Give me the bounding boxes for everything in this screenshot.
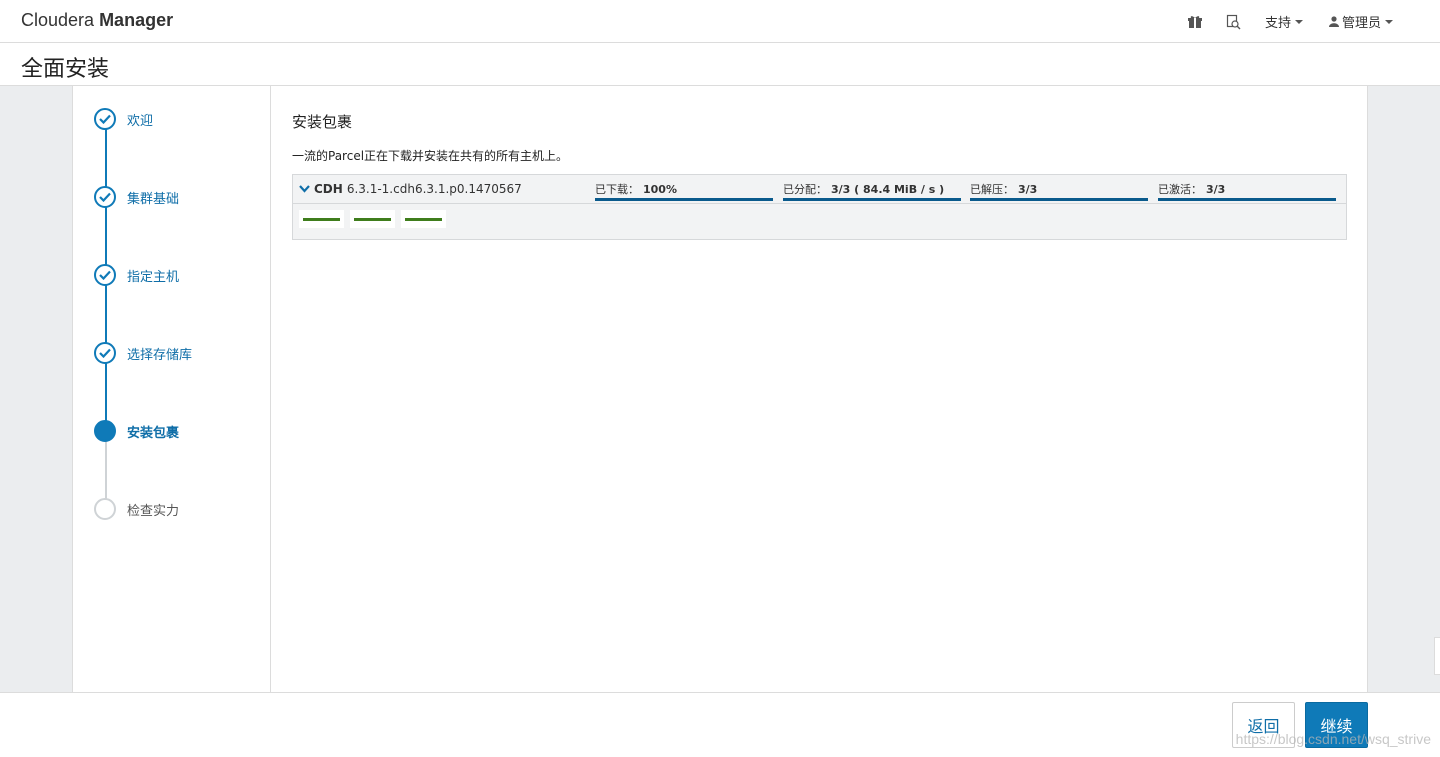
- step-install-parcels[interactable]: 安装包裹: [94, 419, 179, 443]
- stat-value: 3/3 ( 84.4 MiB / s ): [831, 183, 945, 196]
- stat-value: 3/3: [1018, 183, 1038, 196]
- brand-name-light: Cloudera: [21, 10, 95, 30]
- wizard-footer: 返回 继续 https://blog.csdn.net/wsq_strive: [0, 692, 1440, 757]
- parcel-name: CDH: [314, 182, 343, 196]
- host-status-list: [299, 210, 446, 228]
- section-description: 一流的Parcel正在下载并安装在共有的所有主机上。: [292, 149, 569, 163]
- progress-bar: [1158, 198, 1336, 201]
- progress-bar: [595, 198, 773, 201]
- host-status-item[interactable]: [299, 210, 344, 228]
- watermark: https://blog.csdn.net/wsq_strive: [1235, 731, 1431, 747]
- stat-label: 已激活：: [1158, 183, 1202, 196]
- page-title: 全面安装: [21, 57, 110, 82]
- parcel-version: 6.3.1-1.cdh6.3.1.p0.1470567: [346, 182, 522, 196]
- progress-bar: [783, 198, 961, 201]
- host-status-item[interactable]: [350, 210, 395, 228]
- pending-step-icon: [94, 498, 116, 520]
- stat-downloaded: 已下载： 100%: [595, 181, 773, 201]
- step-label: 选择存储库: [127, 347, 193, 363]
- search-docs-icon[interactable]: [1214, 0, 1252, 43]
- chevron-down-icon: [1385, 19, 1393, 24]
- parcel-toggle[interactable]: CDH 6.3.1-1.cdh6.3.1.p0.1470567: [299, 182, 522, 196]
- step-label: 安装包裹: [127, 425, 180, 441]
- step-cluster-basics[interactable]: 集群基础: [94, 185, 179, 209]
- step-select-repository[interactable]: 选择存储库: [94, 341, 192, 365]
- step-specify-hosts[interactable]: 指定主机: [94, 263, 179, 287]
- brand-name-bold: Manager: [99, 10, 174, 30]
- stat-label: 已下载：: [595, 183, 639, 196]
- top-navbar: Cloudera Manager 支持 管理员: [0, 0, 1440, 43]
- side-feedback-tab[interactable]: [1434, 637, 1440, 675]
- nav-right: 支持 管理员: [1176, 0, 1406, 43]
- app-brand[interactable]: Cloudera Manager: [21, 10, 173, 31]
- check-icon: [94, 342, 116, 364]
- wizard-steps: 欢迎 集群基础 指定主机 选择存储库 安装包裹 检查实力: [73, 86, 271, 692]
- section-title: 安装包裹: [292, 113, 353, 131]
- stat-value: 3/3: [1206, 183, 1226, 196]
- progress-bar: [970, 198, 1148, 201]
- stat-activated: 已激活： 3/3: [1158, 181, 1336, 201]
- stat-value: 100%: [643, 183, 677, 196]
- wizard-card: 欢迎 集群基础 指定主机 选择存储库 安装包裹 检查实力 安装包裹 一流的Par…: [72, 86, 1368, 692]
- parcel-panel: CDH 6.3.1-1.cdh6.3.1.p0.1470567 已下载： 100%…: [292, 174, 1347, 240]
- chevron-down-icon: [299, 185, 310, 193]
- stat-distributed: 已分配： 3/3 ( 84.4 MiB / s ): [783, 181, 961, 201]
- check-icon: [94, 264, 116, 286]
- current-step-icon: [94, 420, 116, 442]
- user-icon: [1328, 16, 1339, 27]
- page-header: 全面安装: [0, 43, 1440, 86]
- stat-label: 已解压：: [970, 183, 1014, 196]
- support-menu[interactable]: 支持: [1252, 0, 1316, 43]
- stat-unpacked: 已解压： 3/3: [970, 181, 1148, 201]
- step-label: 集群基础: [127, 191, 180, 207]
- step-label: 指定主机: [127, 269, 180, 285]
- host-status-item[interactable]: [401, 210, 446, 228]
- step-label: 欢迎: [127, 113, 154, 129]
- host-status-bar: [303, 217, 340, 221]
- admin-menu[interactable]: 管理员: [1316, 0, 1406, 43]
- host-status-bar: [405, 217, 442, 221]
- admin-label: 管理员: [1341, 16, 1381, 31]
- check-icon: [94, 186, 116, 208]
- check-icon: [94, 108, 116, 130]
- support-label: 支持: [1264, 16, 1291, 31]
- gift-icon[interactable]: [1176, 0, 1214, 43]
- step-welcome[interactable]: 欢迎: [94, 107, 153, 131]
- host-status-bar: [354, 217, 391, 221]
- step-label: 检查实力: [127, 503, 180, 519]
- chevron-down-icon: [1294, 19, 1303, 24]
- step-inspect-hosts[interactable]: 检查实力: [94, 497, 179, 521]
- parcel-header: CDH 6.3.1-1.cdh6.3.1.p0.1470567 已下载： 100%…: [293, 175, 1346, 204]
- stat-label: 已分配：: [783, 183, 827, 196]
